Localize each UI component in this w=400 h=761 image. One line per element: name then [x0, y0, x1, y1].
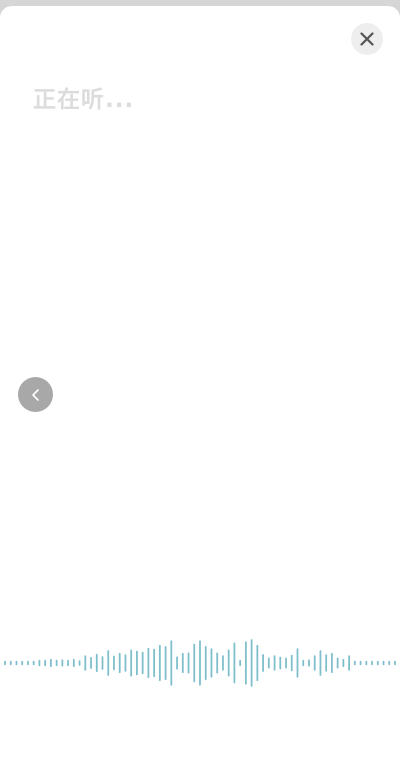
chevron-left-icon [31, 388, 39, 401]
audio-waveform [4, 639, 396, 687]
voice-input-sheet: 正在听... [0, 6, 400, 761]
close-button[interactable] [351, 23, 383, 55]
listening-status-text: 正在听... [33, 87, 135, 113]
close-icon [360, 32, 374, 46]
back-button[interactable] [18, 377, 53, 412]
